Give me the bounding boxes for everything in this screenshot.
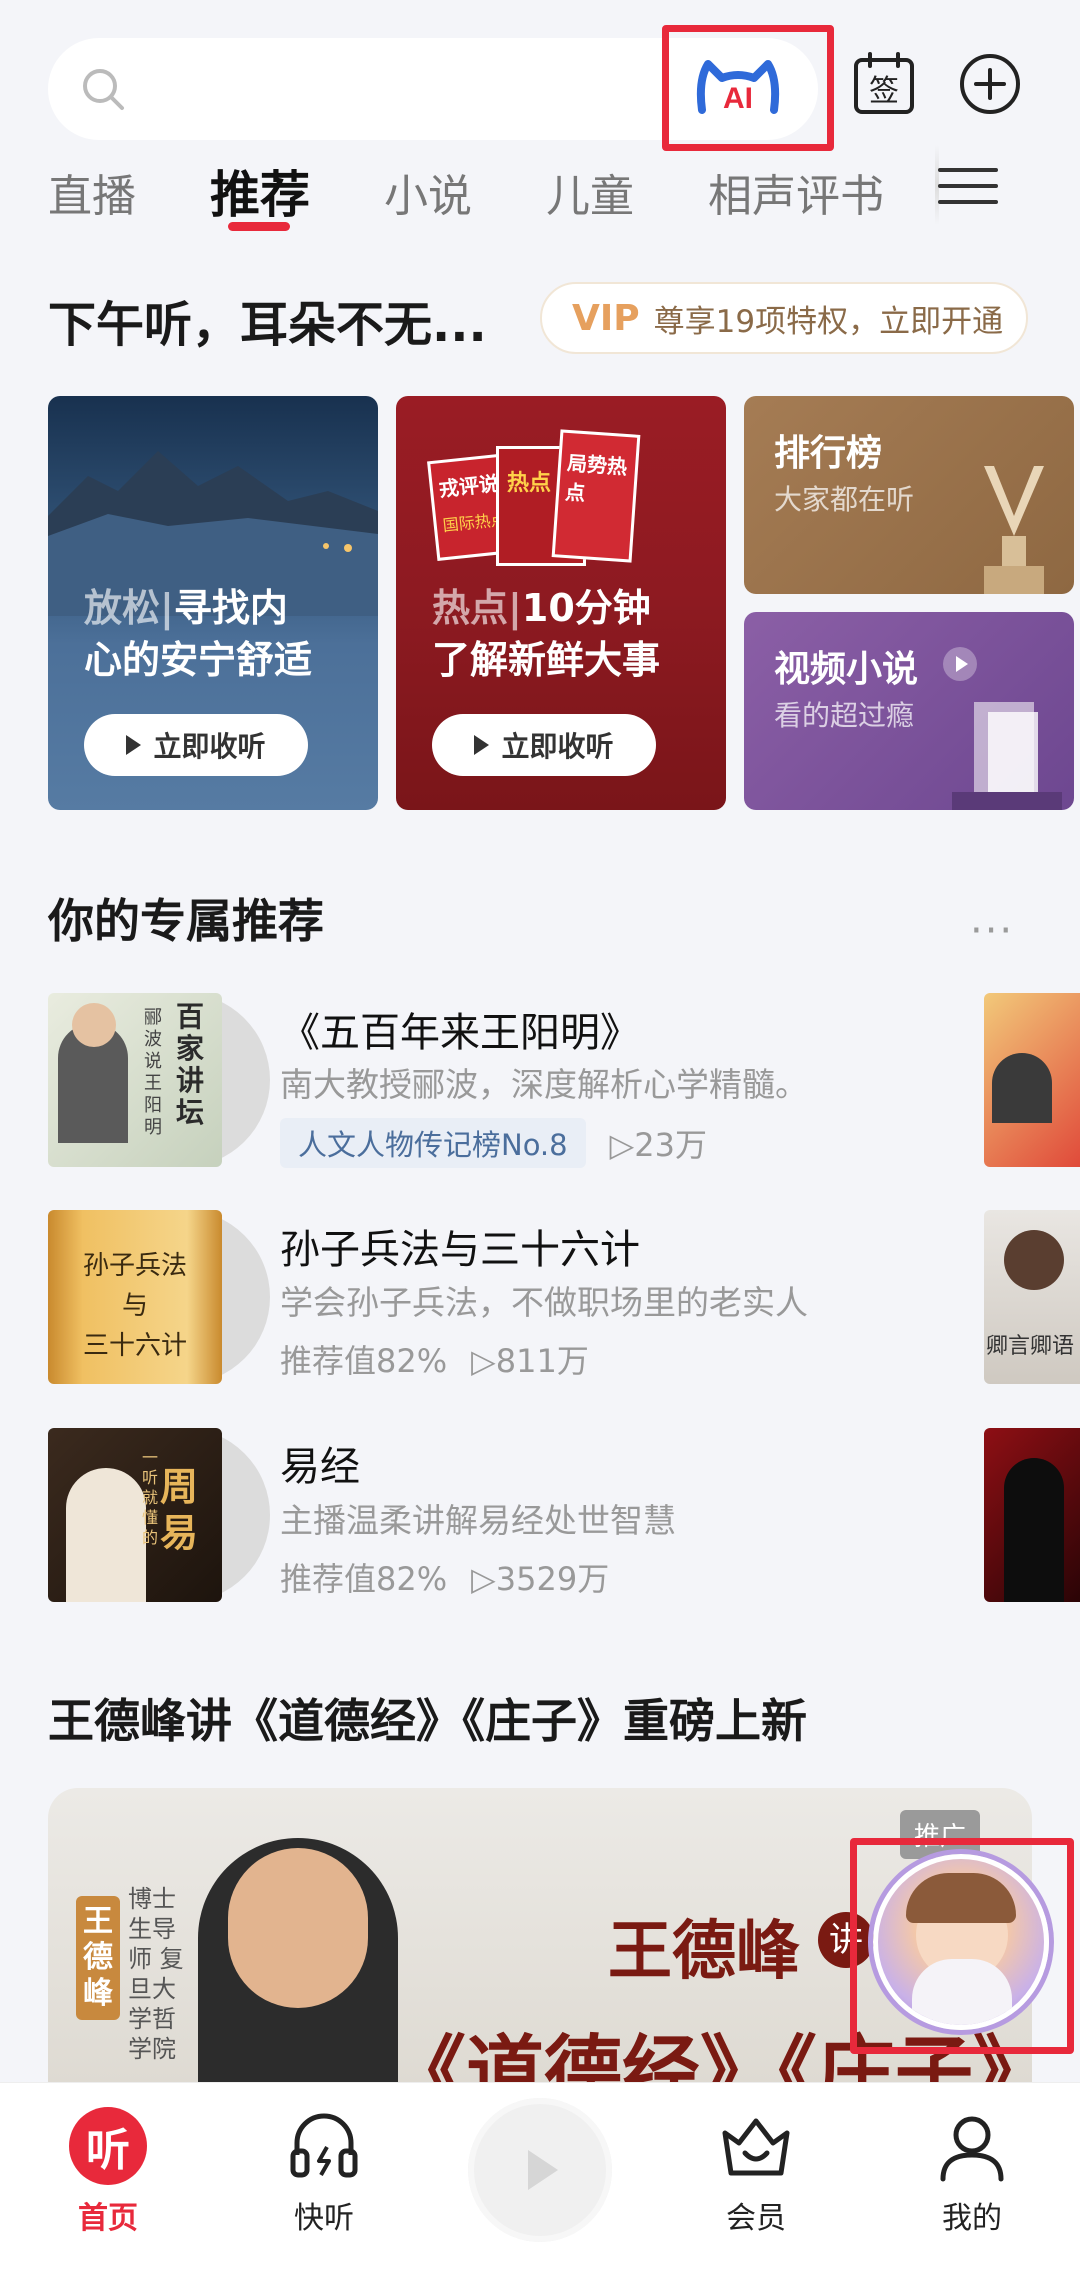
row3-cover[interactable]: 周易 一听就懂的 xyxy=(48,1428,222,1602)
row3-cover-side: 一听就懂的 xyxy=(142,1448,159,1547)
nav-member-label: 会员 xyxy=(726,2201,786,2236)
more-icon[interactable]: ··· xyxy=(970,908,1014,954)
row2-peek-text: 卿言卿语 xyxy=(986,1334,1075,1359)
row1-title[interactable]: 《五百年来王阳明》 xyxy=(280,1000,640,1058)
nav-quick-listen-label: 快听 xyxy=(294,2201,354,2236)
row3-title[interactable]: 易经 xyxy=(280,1434,360,1492)
relax-sep: | xyxy=(160,586,174,630)
play-icon xyxy=(474,735,490,755)
banner-caption: 博士生导师 复旦大学哲学院 xyxy=(128,1885,184,2063)
rank-title: 排行榜 xyxy=(774,433,883,474)
nav-mine[interactable]: 我的 xyxy=(902,2107,1042,2237)
tab-crosstalk[interactable]: 相声评书 xyxy=(708,160,884,224)
hot-line1: 10分钟 xyxy=(521,586,651,630)
hot-listen-label: 立即收听 xyxy=(501,730,614,763)
recommend-title: 你的专属推荐 xyxy=(48,894,324,948)
nav-home[interactable]: 听 首页 xyxy=(38,2107,178,2237)
row3-peek-figure xyxy=(1004,1458,1064,1602)
row1-cover[interactable]: 百家讲坛 郦波说王阳明 xyxy=(48,993,222,1167)
row2-cover-line2: 与 xyxy=(121,1291,148,1321)
card-video-novel[interactable]: 视频小说 看的超过瘾 xyxy=(744,612,1074,810)
hot-tag: 热点 xyxy=(432,586,509,630)
row1-cover-side: 郦波说王阳明 xyxy=(144,1007,162,1138)
nav-mine-label: 我的 xyxy=(942,2201,1002,2236)
row2-title[interactable]: 孙子兵法与三十六计 xyxy=(280,1217,640,1275)
banner-headline: 王德峰 xyxy=(608,1915,800,1989)
row3-subtitle: 主播温柔讲解易经处世智慧 xyxy=(280,1501,676,1540)
row2-cover-line3: 三十六计 xyxy=(82,1331,187,1361)
tab-novel[interactable]: 小说 xyxy=(384,160,472,224)
card-ranking[interactable]: 排行榜 大家都在听 xyxy=(744,396,1074,594)
hot-listen-button[interactable]: 立即收听 xyxy=(432,714,656,776)
vip-banner[interactable]: VIP 尊享19项特权，立即开通 xyxy=(540,282,1028,354)
nav-home-label: 首页 xyxy=(78,2201,138,2236)
relax-listen-label: 立即收听 xyxy=(153,730,266,763)
play-icon xyxy=(126,735,142,755)
row3-plays: ▷3529万 xyxy=(471,1560,610,1598)
nav-member[interactable]: 会员 xyxy=(686,2107,826,2237)
person-icon xyxy=(940,2116,1004,2182)
row2-peek-cover[interactable]: 卿言卿语 xyxy=(984,1210,1080,1384)
video-title: 视频小说 xyxy=(774,649,919,690)
listen-logo-icon: 听 xyxy=(69,2107,147,2185)
row1-peek-cover[interactable] xyxy=(984,993,1080,1167)
row2-cover-line1: 孙子兵法 xyxy=(82,1251,187,1281)
row1-subtitle: 南大教授郦波，深度解析心学精髓。 xyxy=(280,1065,808,1104)
play-icon xyxy=(528,2150,558,2190)
sign-in-icon[interactable]: 签 xyxy=(852,52,916,116)
crown-basket-icon xyxy=(722,2118,790,2176)
ai-highlight-box xyxy=(662,25,834,151)
rank-subtitle: 大家都在听 xyxy=(774,483,915,516)
headphones-icon xyxy=(290,2113,358,2178)
row1-face xyxy=(72,1003,116,1047)
hot-book-3-text: 局势热点 xyxy=(564,450,628,506)
row1-cover-text: 百家讲坛 xyxy=(176,1000,205,1129)
row2-cover[interactable]: 孙子兵法 与 三十六计 xyxy=(48,1210,222,1384)
menu-icon[interactable] xyxy=(938,160,998,210)
relax-line2: 心的安宁舒适 xyxy=(84,638,313,682)
relax-tag: 放松 xyxy=(84,586,161,630)
row2-score: 推荐值82% xyxy=(280,1342,448,1380)
tab-recommend[interactable]: 推荐 xyxy=(210,155,310,227)
vip-tag: VIP xyxy=(572,297,640,339)
row2-plays: ▷811万 xyxy=(471,1342,589,1380)
avatar-highlight-box xyxy=(850,1838,1074,2054)
vip-text: 尊享19项特权，立即开通 xyxy=(653,303,1004,340)
hot-sep: | xyxy=(508,586,522,630)
tab-live[interactable]: 直播 xyxy=(48,160,136,224)
row3-peek-cover[interactable] xyxy=(984,1428,1080,1602)
tab-active-indicator xyxy=(228,222,290,231)
row2-cover-text: 孙子兵法 与 三十六计 xyxy=(48,1210,222,1366)
tab-children[interactable]: 儿童 xyxy=(546,160,634,224)
row1-peek-person xyxy=(992,1053,1052,1123)
plus-circle-icon[interactable] xyxy=(958,52,1022,116)
sign-label: 签 xyxy=(869,74,899,109)
search-icon xyxy=(83,69,124,110)
hot-line2: 了解新鲜大事 xyxy=(432,638,661,682)
row2-subtitle: 学会孙子兵法，不做职场里的老实人 xyxy=(280,1283,808,1322)
player-button[interactable] xyxy=(468,2098,612,2242)
trophy-icon xyxy=(984,466,1044,594)
banner-name-badge: 王德峰 xyxy=(76,1896,120,2020)
banner-person-face xyxy=(228,1848,368,2008)
row1-rank-tag[interactable]: 人文人物传记榜No.8 xyxy=(280,1118,586,1168)
row3-person xyxy=(66,1468,146,1602)
row3-cover-text: 周易 xyxy=(160,1465,199,1555)
row2-peek-person xyxy=(1004,1230,1064,1290)
banner-section-title: 王德峰讲《道德经》《庄子》重磅上新 xyxy=(48,1694,807,1748)
play-circle-icon xyxy=(943,647,977,681)
book-light-image xyxy=(952,702,1062,810)
hot-book-3: 局势热点 xyxy=(551,429,641,563)
relax-line1: 寻找内 xyxy=(173,586,288,630)
card-hot-news[interactable]: 戎评说 国际热点 热点 局势热点 热点|10分钟 了解新鲜大事 立即收听 xyxy=(396,396,726,810)
row3-score: 推荐值82% xyxy=(280,1560,448,1598)
video-subtitle: 看的超过瘾 xyxy=(774,699,915,732)
greeting-text: 下午听，耳朵不无... xyxy=(48,297,487,353)
nav-quick-listen[interactable]: 快听 xyxy=(254,2107,394,2237)
relax-listen-button[interactable]: 立即收听 xyxy=(84,714,308,776)
row1-plays: ▷23万 xyxy=(609,1126,707,1164)
card-relax[interactable]: 放松|寻找内 心的安宁舒适 立即收听 xyxy=(48,396,378,810)
